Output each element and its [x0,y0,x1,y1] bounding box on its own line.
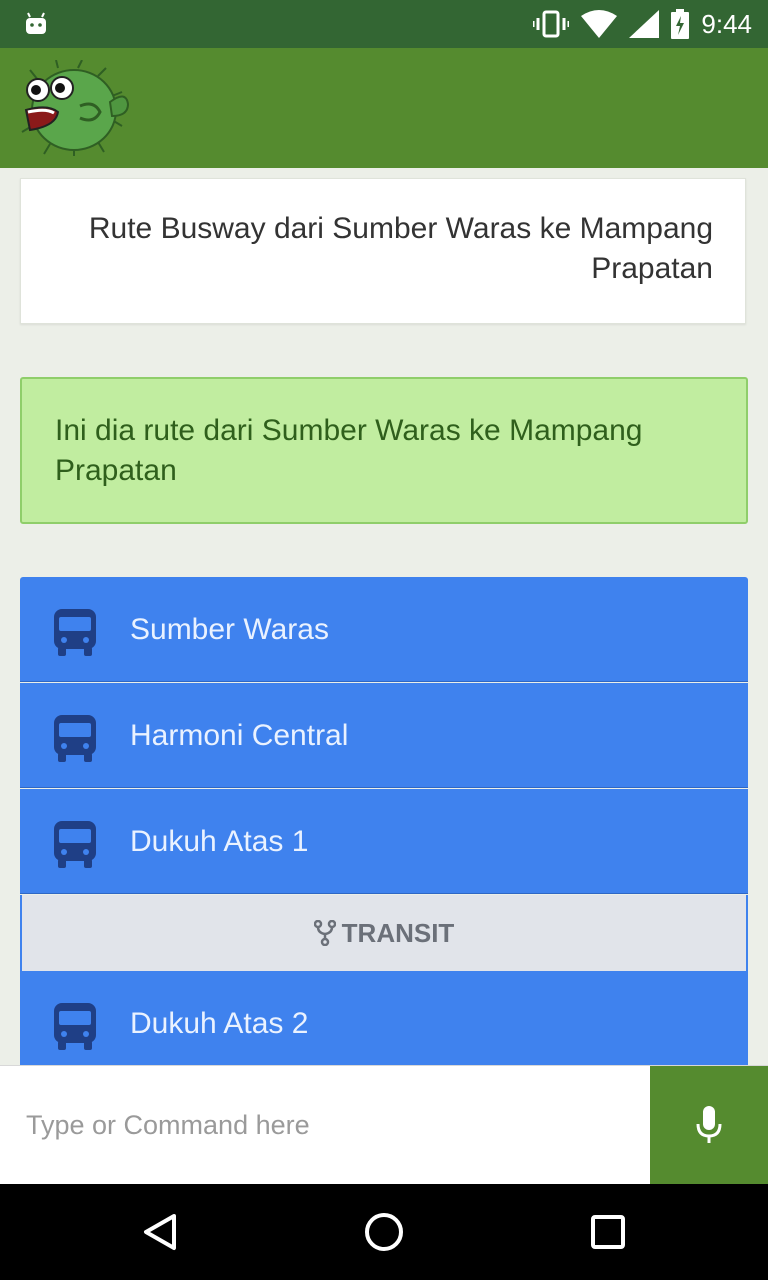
command-input[interactable] [0,1066,650,1184]
microphone-icon [696,1106,722,1143]
bus-icon [54,821,96,868]
vibrate-icon [533,10,570,38]
bus-icon [54,715,96,762]
signal-icon [629,10,660,38]
status-time: 9:44 [701,8,752,39]
route-list: Sumber Waras Harmoni Central Dukuh Atas … [20,577,748,1065]
response-card: Ini dia rute dari Sumber Waras ke Mampan… [20,377,748,524]
recents-icon[interactable] [584,1208,632,1256]
pufferfish-logo[interactable] [18,60,130,156]
transit-fork-icon [313,920,336,946]
route-stop-row[interactable]: Dukuh Atas 2 [20,971,748,1065]
battery-charging-icon [671,9,690,39]
mic-button[interactable] [650,1066,768,1184]
navigation-bar [0,1184,768,1280]
route-stop-row[interactable]: Dukuh Atas 1 [20,789,748,894]
android-icon [26,12,46,34]
app-bar [0,48,768,168]
wifi-icon [581,10,618,38]
response-text: Ini dia rute dari Sumber Waras ke Mampan… [55,414,643,487]
bus-icon [54,1003,96,1050]
stop-name: Sumber Waras [130,613,329,646]
home-icon[interactable] [360,1208,408,1256]
stop-name: Dukuh Atas 2 [130,1007,309,1040]
back-icon[interactable] [136,1208,184,1256]
route-stop-row[interactable]: Sumber Waras [20,577,748,682]
stop-name: Harmoni Central [130,719,349,752]
command-bar [0,1065,768,1184]
query-text: Rute Busway dari Sumber Waras ke Mampang… [88,212,713,285]
transit-divider: TRANSIT [20,895,748,971]
stop-name: Dukuh Atas 1 [130,825,309,858]
status-bar: 9:44 [0,0,768,48]
bus-icon [54,609,96,656]
transit-label: TRANSIT [341,917,455,948]
route-stop-row[interactable]: Harmoni Central [20,683,748,788]
query-card: Rute Busway dari Sumber Waras ke Mampang… [20,178,746,324]
